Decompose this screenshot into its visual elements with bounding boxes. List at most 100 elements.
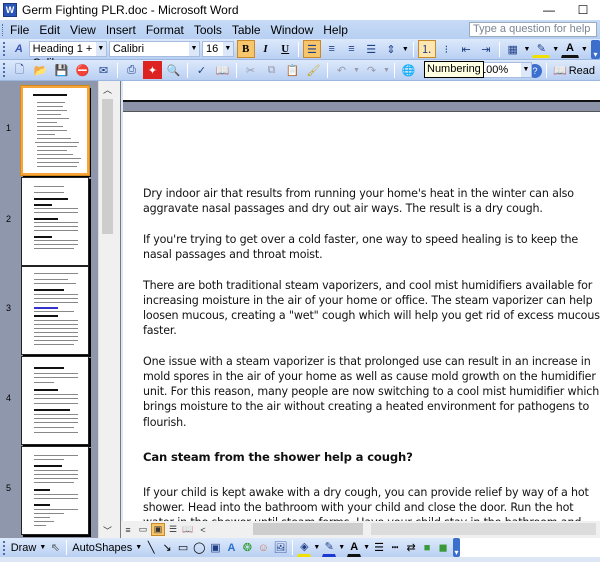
toolbar-options-icon[interactable]: ▾	[590, 39, 600, 59]
maximize-button[interactable]: ☐	[566, 0, 600, 20]
numbering-icon[interactable]: ⒈	[417, 40, 436, 58]
paragraph[interactable]: Dry indoor air that results from running…	[143, 186, 600, 216]
scrollbar-thumb[interactable]	[102, 99, 113, 234]
scroll-down-icon[interactable]: ﹀	[99, 522, 116, 538]
wordart-icon[interactable]: A	[224, 539, 238, 557]
print-icon[interactable]: ⎙	[122, 61, 141, 79]
minimize-button[interactable]: —	[532, 0, 566, 20]
toolbar-grip[interactable]	[3, 63, 6, 77]
paragraph[interactable]: If your child is kept awake with a dry c…	[143, 485, 600, 521]
menu-insert[interactable]: Insert	[101, 23, 141, 37]
page-thumbnail-4[interactable]	[21, 356, 89, 445]
pdf-icon[interactable]: ✦	[143, 61, 162, 79]
bold-button[interactable]: B	[236, 40, 255, 58]
copy-icon[interactable]: ⧉	[262, 61, 281, 79]
3d-style-icon[interactable]: ◼	[436, 539, 450, 557]
draw-menu-button[interactable]: Draw	[9, 542, 39, 554]
insert-picture-icon[interactable]: 🖼	[272, 539, 288, 557]
arrow-icon[interactable]: ↘	[160, 539, 174, 557]
toolbar-options-icon[interactable]: ▾	[453, 538, 461, 557]
document-area[interactable]: Dry indoor air that results from running…	[121, 81, 600, 521]
paragraph[interactable]: If you're trying to get over a cold fast…	[143, 232, 600, 262]
chevron-down-icon[interactable]: ▼	[135, 544, 142, 551]
chevron-down-icon[interactable]: ▼	[363, 544, 370, 551]
menu-help[interactable]: Help	[318, 23, 353, 37]
styles-formatting-icon[interactable]: A	[10, 40, 28, 58]
toolbar-grip[interactable]	[3, 540, 6, 555]
fill-color-icon[interactable]: ◈	[297, 539, 312, 557]
outline-view-icon[interactable]: ☰	[166, 523, 180, 536]
justify-icon[interactable]: ☰	[362, 40, 380, 58]
text-box-icon[interactable]: ▣	[208, 539, 222, 557]
menu-format[interactable]: Format	[141, 23, 189, 37]
page-thumbnail-2[interactable]	[21, 177, 89, 266]
cut-icon[interactable]: ✂	[241, 61, 260, 79]
chevron-down-icon[interactable]: ▼	[353, 67, 360, 74]
bullets-icon[interactable]: ⁝	[438, 40, 456, 58]
autoshapes-menu-button[interactable]: AutoShapes	[70, 542, 134, 554]
reading-layout-icon[interactable]: 📖	[181, 523, 195, 536]
font-select[interactable]: Calibri ▼	[108, 41, 200, 57]
redo-icon[interactable]: ↷	[362, 61, 381, 79]
print-preview-icon[interactable]: 🔍	[164, 61, 183, 79]
normal-view-icon[interactable]: ≡	[121, 523, 135, 536]
chevron-down-icon[interactable]: ▼	[383, 67, 390, 74]
menu-edit[interactable]: Edit	[34, 23, 65, 37]
spelling-icon[interactable]: ✓	[192, 61, 211, 79]
print-layout-icon[interactable]: ▣	[151, 523, 165, 536]
increase-indent-icon[interactable]: ⇥	[477, 40, 495, 58]
align-right-icon[interactable]: ≡	[343, 40, 361, 58]
chevron-down-icon[interactable]: ▼	[39, 544, 46, 551]
chevron-down-icon[interactable]: ▼	[524, 46, 531, 53]
align-left-icon[interactable]: ☰	[303, 40, 321, 58]
menu-tools[interactable]: Tools	[189, 23, 227, 37]
paragraph[interactable]: There are both traditional steam vaporiz…	[143, 278, 600, 339]
open-folder-icon[interactable]: 📂	[31, 61, 50, 79]
line-color-icon[interactable]: ✎	[322, 539, 337, 557]
undo-icon[interactable]: ↶	[332, 61, 351, 79]
font-color-icon[interactable]: A	[561, 40, 579, 58]
page-thumbnail-5[interactable]	[21, 446, 89, 535]
chevron-down-icon[interactable]: ▼	[552, 46, 559, 53]
web-layout-icon[interactable]: ▭	[136, 523, 150, 536]
line-spacing-icon[interactable]: ⇕	[382, 40, 400, 58]
line-style-icon[interactable]: ☰	[372, 539, 386, 557]
diagram-icon[interactable]: ❂	[240, 539, 254, 557]
chevron-down-icon[interactable]: ▼	[338, 544, 345, 551]
zoom-select[interactable]: 100% ▼	[476, 62, 532, 78]
borders-icon[interactable]: ▦	[504, 40, 522, 58]
decrease-indent-icon[interactable]: ⇤	[457, 40, 475, 58]
page-thumbnail-1[interactable]	[20, 85, 90, 176]
highlight-icon[interactable]: ✎	[532, 40, 551, 58]
paragraph[interactable]: One issue with a steam vaporizer is that…	[143, 354, 600, 430]
scroll-up-icon[interactable]: ︿	[99, 81, 116, 97]
menu-file[interactable]: File	[5, 23, 34, 37]
oval-icon[interactable]: ◯	[192, 539, 206, 557]
page-thumbnail-3[interactable]	[21, 266, 89, 355]
align-center-icon[interactable]: ≡	[323, 40, 341, 58]
chevron-down-icon[interactable]: ▼	[581, 46, 588, 53]
menu-window[interactable]: Window	[266, 23, 319, 37]
paste-icon[interactable]: 📋	[283, 61, 302, 79]
document-text[interactable]: Dry indoor air that results from running…	[143, 186, 600, 521]
font-color-icon[interactable]: A	[347, 539, 362, 557]
research-icon[interactable]: 📖	[213, 61, 232, 79]
read-button[interactable]: 📖 Read	[550, 64, 598, 78]
horizontal-scrollbar-track[interactable]	[253, 523, 363, 535]
scroll-left-icon[interactable]: <	[196, 523, 210, 536]
menu-view[interactable]: View	[65, 23, 101, 37]
permission-icon[interactable]: ⛔	[73, 61, 92, 79]
help-search-input[interactable]: Type a question for help	[469, 22, 597, 37]
menu-table[interactable]: Table	[227, 23, 266, 37]
line-icon[interactable]: ╲	[144, 539, 158, 557]
arrow-style-icon[interactable]: ⇄	[404, 539, 418, 557]
thumbnail-scrollbar[interactable]: ︿ ﹀	[98, 81, 115, 538]
save-icon[interactable]: 💾	[52, 61, 71, 79]
horizontal-scrollbar-thumb[interactable]	[371, 523, 596, 535]
section-heading[interactable]: Can steam from the shower help a cough?	[143, 450, 600, 465]
font-size-select[interactable]: 16 ▼	[201, 41, 234, 57]
shadow-style-icon[interactable]: ■	[420, 539, 434, 557]
style-select[interactable]: Heading 1 + Calil ▼	[28, 41, 107, 69]
italic-button[interactable]: I	[257, 40, 275, 58]
rectangle-icon[interactable]: ▭	[176, 539, 190, 557]
